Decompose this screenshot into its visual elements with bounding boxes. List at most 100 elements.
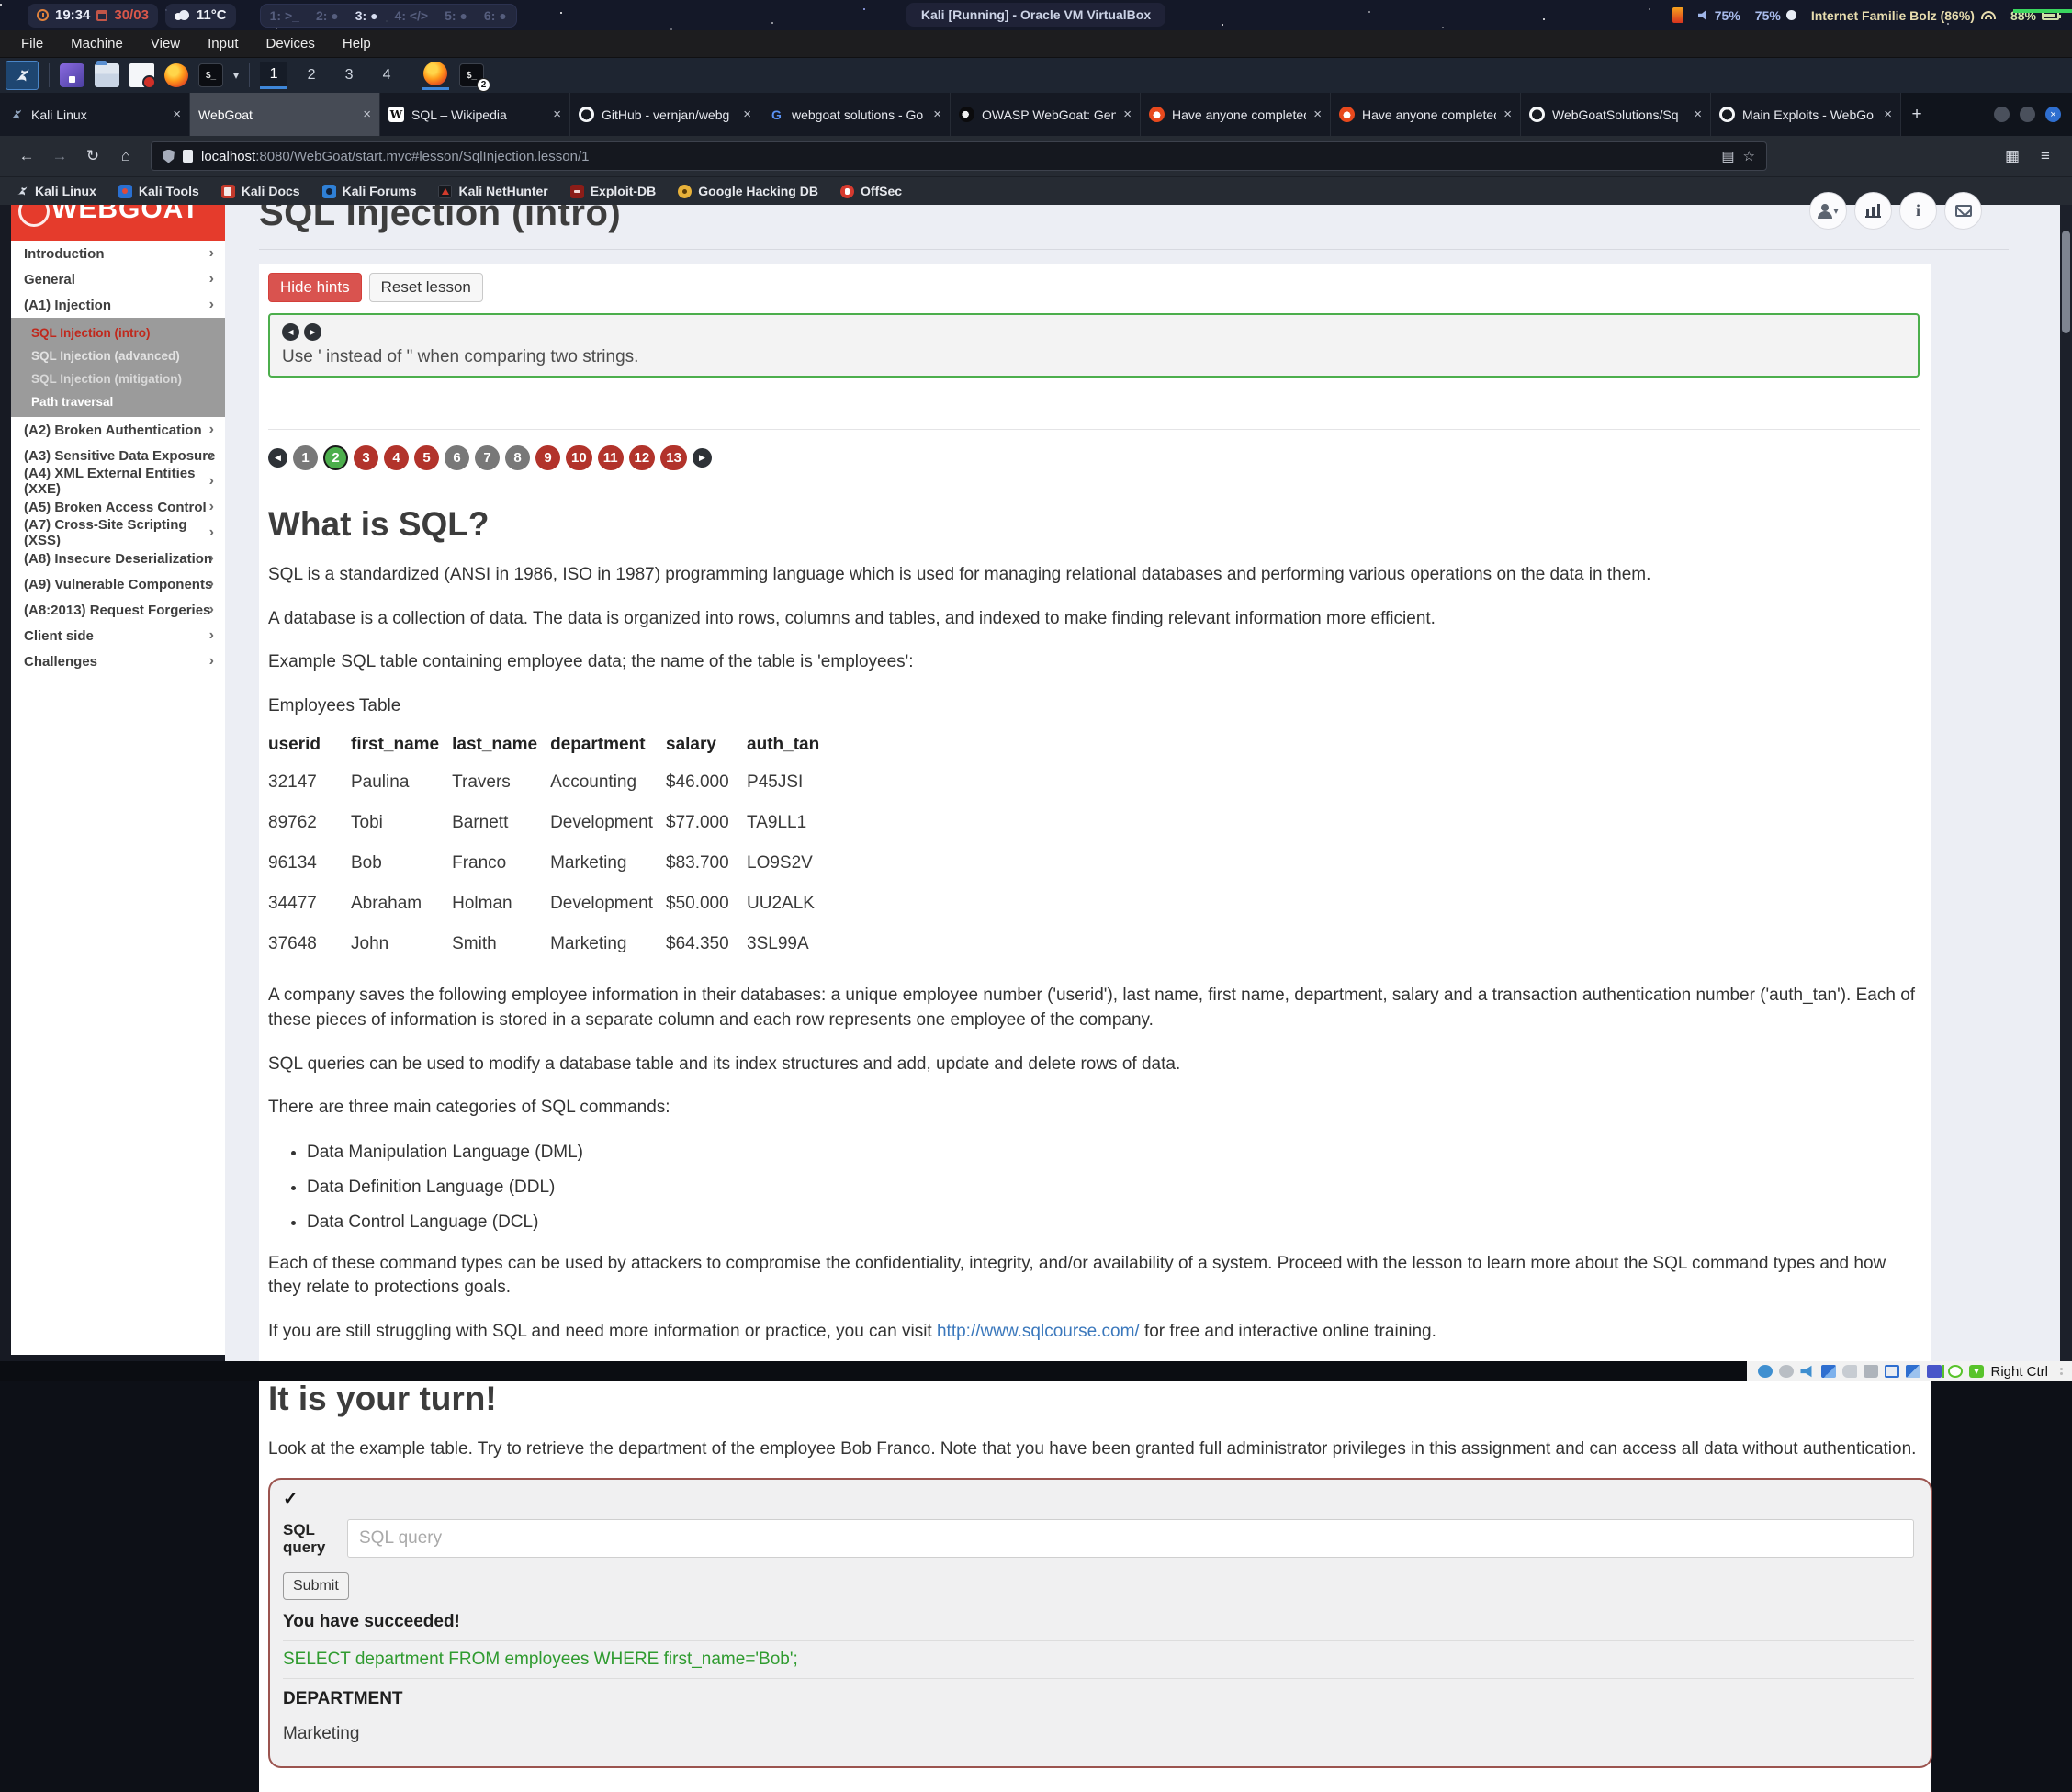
- vbox-features-icon[interactable]: [1948, 1365, 1963, 1378]
- tab-reddit-1[interactable]: Have anyone completed ×: [1141, 93, 1331, 136]
- sidebar-item-a7-xss[interactable]: (A7) Cross-Site Scripting (XSS) ›: [11, 520, 225, 546]
- vbox-menu-file[interactable]: File: [9, 33, 55, 54]
- vbox-menu-input[interactable]: Input: [196, 33, 250, 54]
- vbox-menu-help[interactable]: Help: [331, 33, 383, 54]
- reload-button[interactable]: ↻: [79, 142, 107, 170]
- tab-close-icon[interactable]: ×: [1503, 107, 1512, 122]
- workspace-button-2[interactable]: 2: [298, 62, 325, 89]
- tab-reddit-2[interactable]: Have anyone completed ×: [1331, 93, 1521, 136]
- vbox-usb-icon[interactable]: [1842, 1365, 1857, 1378]
- page-button-6[interactable]: 6: [445, 445, 469, 470]
- tab-main-exploits[interactable]: Main Exploits - WebGo ×: [1711, 93, 1901, 136]
- sql-query-input[interactable]: [347, 1519, 1914, 1558]
- page-scrollbar[interactable]: [2060, 205, 2072, 1361]
- url-text[interactable]: localhost:8080/WebGoat/start.mvc#lesson/…: [201, 149, 1713, 164]
- page-button-10[interactable]: 10: [566, 445, 592, 470]
- page-button-13[interactable]: 13: [660, 445, 687, 470]
- page-button-5[interactable]: 5: [414, 445, 439, 470]
- tab-sql-wikipedia[interactable]: W SQL – Wikipedia ×: [380, 93, 570, 136]
- sidebar-item-a4-xxe[interactable]: (A4) XML External Entities (XXE) ›: [11, 468, 225, 494]
- host-workspace-4[interactable]: 4: </>: [395, 8, 429, 23]
- previous-hint-icon[interactable]: ◀: [282, 323, 299, 341]
- vbox-menu-machine[interactable]: Machine: [59, 33, 135, 54]
- bookmark-kali-docs[interactable]: Kali Docs: [221, 184, 300, 198]
- volume-icon[interactable]: [1698, 10, 1709, 21]
- tab-webgoat-active[interactable]: WebGoat ×: [190, 93, 380, 136]
- new-tab-button[interactable]: +: [1901, 93, 1932, 136]
- tab-close-icon[interactable]: ×: [743, 107, 751, 122]
- sidebar-item-a2-broken-authentication[interactable]: (A2) Broken Authentication ›: [11, 417, 225, 443]
- next-hint-icon[interactable]: ▶: [304, 323, 321, 341]
- page-button-3[interactable]: 3: [354, 445, 378, 470]
- bookmark-kali-nethunter[interactable]: Kali NetHunter: [438, 184, 547, 198]
- tab-close-icon[interactable]: ×: [1313, 107, 1322, 122]
- tab-close-icon[interactable]: ×: [173, 107, 181, 122]
- sidebar-item-a8-2013-request-forgeries[interactable]: (A8:2013) Request Forgeries ›: [11, 597, 225, 623]
- host-workspace-1[interactable]: 1: >_: [270, 8, 299, 23]
- kali-menu-button[interactable]: [6, 61, 39, 90]
- previous-page-icon[interactable]: ◀: [268, 448, 287, 468]
- launcher-dropdown-caret[interactable]: ▾: [233, 69, 239, 82]
- bookmark-kali-linux[interactable]: Kali Linux: [15, 184, 96, 198]
- page-button-4[interactable]: 4: [384, 445, 409, 470]
- vbox-seamless-icon[interactable]: [1906, 1365, 1920, 1378]
- bookmark-google-hacking-db[interactable]: Google Hacking DB: [678, 184, 818, 198]
- bookmark-offsec[interactable]: OffSec: [840, 184, 902, 198]
- tab-github-vernjan[interactable]: GitHub - vernjan/webg ×: [570, 93, 760, 136]
- tab-close-icon[interactable]: ×: [553, 107, 561, 122]
- vbox-menu-view[interactable]: View: [139, 33, 192, 54]
- tab-close-icon[interactable]: ×: [363, 107, 371, 122]
- submenu-sql-injection-advanced[interactable]: SQL Injection (advanced): [11, 344, 225, 367]
- workspace-button-1[interactable]: 1: [260, 62, 287, 89]
- forward-button[interactable]: →: [46, 142, 73, 170]
- tab-close-icon[interactable]: ×: [1884, 107, 1892, 122]
- extensions-icon[interactable]: ▦: [1999, 142, 2026, 170]
- vbox-network-icon[interactable]: [1821, 1365, 1836, 1378]
- firefox-window-button[interactable]: [422, 62, 449, 90]
- sidebar-item-a1-injection[interactable]: (A1) Injection ›: [11, 292, 225, 318]
- hide-hints-button[interactable]: Hide hints: [268, 273, 362, 302]
- app-launcher-icon[interactable]: [60, 63, 84, 87]
- vbox-display-icon[interactable]: [1885, 1365, 1899, 1378]
- window-minimize-button[interactable]: [1994, 107, 2010, 122]
- bookmark-kali-tools[interactable]: Kali Tools: [118, 184, 199, 198]
- bookmark-kali-forums[interactable]: Kali Forums: [322, 184, 417, 198]
- workspace-button-4[interactable]: 4: [373, 62, 400, 89]
- report-card-button[interactable]: [1854, 192, 1892, 230]
- sidebar-item-a5-access-control[interactable]: (A5) Broken Access Control ›: [11, 494, 225, 520]
- sidebar-item-a9-vulnerable-components[interactable]: (A9) Vulnerable Components ›: [11, 571, 225, 597]
- vbox-recording-icon[interactable]: [1927, 1365, 1942, 1378]
- tab-kali-linux[interactable]: Kali Linux ×: [0, 93, 190, 136]
- workspace-button-3[interactable]: 3: [335, 62, 363, 89]
- tab-close-icon[interactable]: ×: [1123, 107, 1132, 122]
- bookmark-star-icon[interactable]: ☆: [1743, 148, 1755, 164]
- submenu-sql-injection-mitigation[interactable]: SQL Injection (mitigation): [11, 367, 225, 390]
- page-button-1[interactable]: 1: [293, 445, 318, 470]
- vbox-audio-icon[interactable]: [1800, 1365, 1815, 1378]
- file-manager-icon[interactable]: [95, 63, 119, 87]
- tray-icon[interactable]: [1672, 7, 1684, 23]
- sidebar-item-general[interactable]: General ›: [11, 266, 225, 292]
- vbox-harddisk-icon[interactable]: [1758, 1365, 1773, 1378]
- vbox-mouse-integration-icon[interactable]: [1969, 1365, 1984, 1378]
- user-menu-button[interactable]: ▾: [1809, 192, 1847, 230]
- tracking-protection-shield-icon[interactable]: [163, 150, 175, 163]
- page-button-12[interactable]: 12: [629, 445, 656, 470]
- host-workspace-6[interactable]: 6: ●: [484, 8, 507, 23]
- sidebar-item-client-side[interactable]: Client side ›: [11, 623, 225, 648]
- submit-button[interactable]: Submit: [283, 1572, 349, 1600]
- host-workspace-5[interactable]: 5: ●: [445, 8, 467, 23]
- reader-mode-icon[interactable]: ▤: [1721, 148, 1734, 164]
- firefox-menu-icon[interactable]: ≡: [2032, 142, 2059, 170]
- sqlcourse-link[interactable]: http://www.sqlcourse.com/: [937, 1322, 1140, 1341]
- sidebar-item-introduction[interactable]: Introduction ›: [11, 241, 225, 266]
- tab-close-icon[interactable]: ×: [1694, 107, 1702, 122]
- vbox-shared-folders-icon[interactable]: [1864, 1365, 1878, 1378]
- window-maximize-button[interactable]: [2020, 107, 2035, 122]
- sidebar-item-a8-deserialization[interactable]: (A8) Insecure Deserialization ›: [11, 546, 225, 571]
- submenu-sql-injection-intro[interactable]: SQL Injection (intro): [11, 321, 225, 344]
- page-button-8[interactable]: 8: [505, 445, 530, 470]
- host-workspace-3-active[interactable]: 3: ●: [355, 8, 378, 23]
- text-editor-icon[interactable]: [130, 63, 154, 87]
- terminal-launcher-icon[interactable]: $_: [198, 63, 223, 87]
